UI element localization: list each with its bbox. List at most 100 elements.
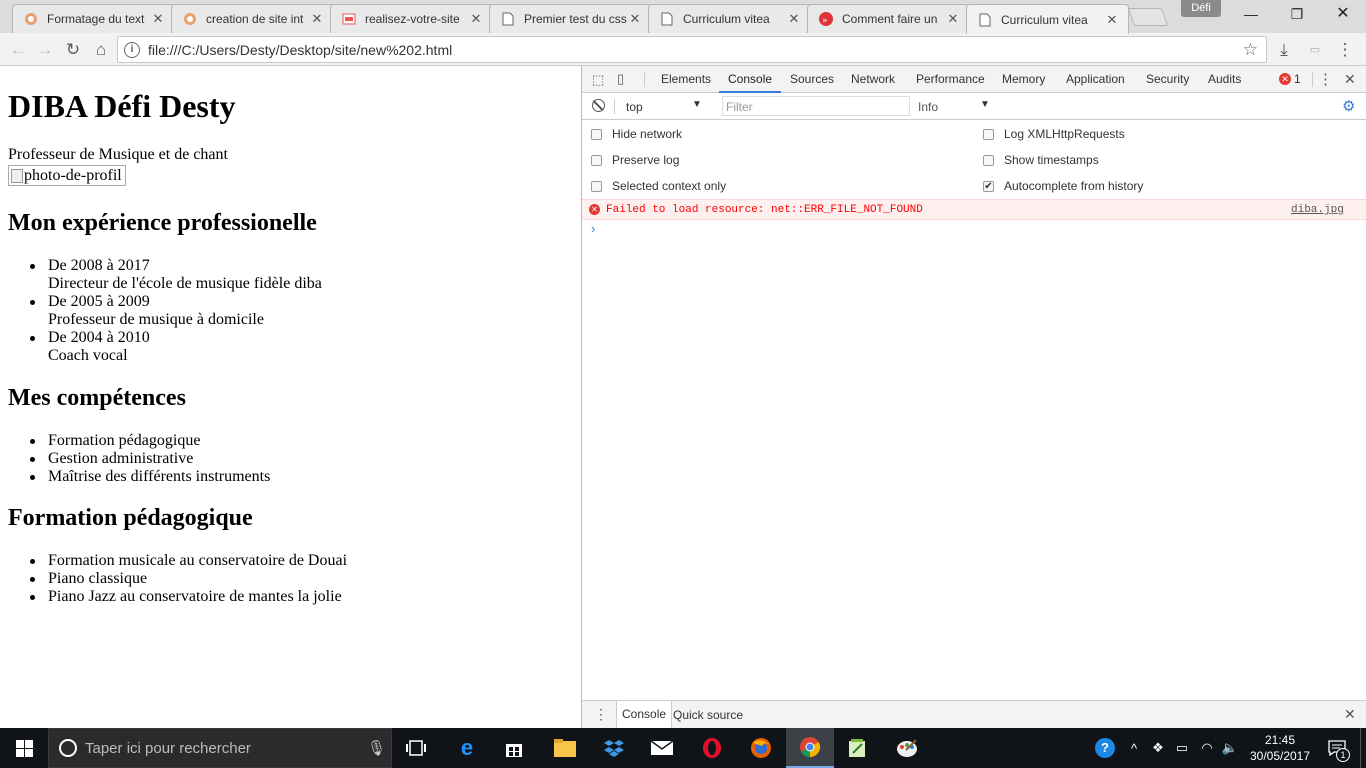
mail-icon[interactable] [638, 728, 686, 768]
filter-input[interactable]: Filter [726, 100, 753, 114]
browser-tab-4[interactable]: Premier test du css ✕ [489, 4, 652, 33]
tab-close-icon[interactable]: ✕ [1104, 12, 1120, 28]
preserve-log-checkbox[interactable]: Preserve log [591, 153, 679, 167]
extension-icon[interactable]: ▭ [1303, 38, 1327, 62]
tab-network[interactable]: Network [851, 66, 895, 93]
maximize-icon[interactable]: ❐ [1274, 0, 1320, 30]
level-select[interactable]: Info [918, 100, 938, 114]
tab-application[interactable]: Application [1066, 66, 1125, 93]
back-arrow-icon[interactable]: ← [6, 38, 30, 62]
dropbox-icon[interactable] [590, 728, 638, 768]
paint-icon[interactable] [883, 728, 931, 768]
context-select[interactable]: top [626, 100, 643, 114]
home-icon[interactable]: ⌂ [89, 38, 113, 62]
selected-context-checkbox[interactable]: Selected context only [591, 179, 726, 193]
browser-tab-3[interactable]: realisez-votre-site ✕ [330, 4, 493, 33]
browser-tab-6[interactable]: » Comment faire un ✕ [807, 4, 970, 33]
volume-icon[interactable]: 🔈 [1219, 728, 1241, 768]
tab-elements[interactable]: Elements [661, 66, 711, 93]
drawer-tab-quick-source[interactable]: Quick source [673, 708, 743, 722]
checkbox-box[interactable] [591, 128, 602, 140]
clock[interactable]: 21:45 30/05/2017 [1250, 728, 1310, 768]
forward-arrow-icon[interactable]: → [33, 38, 57, 62]
device-toolbar-icon[interactable]: ▯ [617, 71, 624, 87]
chevron-down-icon[interactable]: ▼ [980, 99, 990, 110]
tab-performance[interactable]: Performance [916, 66, 985, 93]
tab-close-icon[interactable]: ✕ [627, 11, 643, 27]
tab-close-icon[interactable]: ✕ [150, 11, 166, 27]
notepad-plus-icon[interactable] [834, 728, 882, 768]
show-timestamps-checkbox[interactable]: Show timestamps [983, 153, 1099, 167]
search-placeholder[interactable]: Taper ici pour rechercher [85, 740, 251, 757]
tab-close-icon[interactable]: ✕ [945, 11, 961, 27]
firefox-icon[interactable] [737, 728, 785, 768]
windows-start-icon[interactable] [0, 728, 48, 768]
chevron-down-icon[interactable]: ▼ [692, 99, 702, 110]
filter-input-box[interactable]: Filter [722, 96, 910, 116]
browser-tab-2[interactable]: creation de site int ✕ [171, 4, 334, 33]
file-explorer-icon[interactable] [541, 728, 589, 768]
action-center-icon[interactable]: 1 [1322, 728, 1352, 768]
console-prompt-icon[interactable]: › [591, 221, 595, 236]
drawer-tab-console[interactable]: Console [616, 701, 673, 728]
inspect-element-icon[interactable]: ⬚ [592, 72, 604, 88]
edge-browser-icon[interactable]: e [443, 728, 491, 768]
chrome-icon[interactable] [786, 728, 834, 768]
help-icon[interactable]: ? [1093, 728, 1117, 768]
list-item: De 2005 à 2009 Professeur de musique à d… [30, 293, 264, 329]
tab-sources[interactable]: Sources [790, 66, 834, 93]
error-badge-icon[interactable]: ✕ [1279, 73, 1291, 85]
menu-icon[interactable]: ⋮ [1333, 38, 1357, 62]
checkbox-box[interactable] [983, 128, 994, 140]
microphone-icon[interactable]: 🎙 [367, 739, 386, 757]
tab-audits[interactable]: Audits [1208, 66, 1241, 93]
devtools-menu-icon[interactable]: ⋮ [1318, 70, 1333, 88]
checkbox-box[interactable] [983, 154, 994, 166]
bookmark-star-icon[interactable]: ☆ [1243, 40, 1258, 60]
drawer-close-icon[interactable]: ✕ [1344, 706, 1356, 723]
info-icon[interactable]: i [124, 41, 140, 58]
minimize-icon[interactable]: — [1228, 0, 1274, 30]
settings-gear-icon[interactable]: ⚙ [1342, 97, 1355, 115]
hide-network-checkbox[interactable]: Hide network [591, 127, 682, 141]
browser-tab-1[interactable]: Formatage du text ✕ [12, 4, 175, 33]
list-item: Formation pédagogique [29, 432, 201, 449]
profile-button[interactable]: Défi [1181, 0, 1221, 17]
tab-close-icon[interactable]: ✕ [786, 11, 802, 27]
tab-memory[interactable]: Memory [1002, 66, 1045, 93]
opera-icon[interactable] [688, 728, 736, 768]
browser-tab-7-active[interactable]: Curriculum vitea ✕ [966, 4, 1129, 34]
tab-security[interactable]: Security [1146, 66, 1189, 93]
clear-console-icon[interactable] [592, 99, 605, 112]
taskbar-search-box[interactable]: Taper ici pour rechercher 🎙 [48, 728, 392, 768]
devtools-close-icon[interactable]: ✕ [1344, 71, 1356, 88]
log-xhr-checkbox[interactable]: Log XMLHttpRequests [983, 127, 1125, 141]
wifi-icon[interactable]: ◠ [1197, 728, 1217, 768]
checkbox-box[interactable] [591, 154, 602, 166]
reload-icon[interactable]: ↻ [61, 38, 85, 62]
drawer-menu-icon[interactable]: ⋮ [594, 706, 608, 723]
devtools-drawer: ⋮ Console Quick source ✕ [582, 700, 1366, 728]
dropbox-tray-icon[interactable]: ❖ [1148, 728, 1168, 768]
task-view-icon[interactable] [392, 728, 440, 768]
checkbox-box[interactable] [591, 180, 602, 192]
error-source-link[interactable]: diba.jpg [1291, 204, 1344, 216]
chevron-up-icon[interactable]: ^ [1124, 728, 1144, 768]
download-icon[interactable]: ⤓ [1272, 38, 1296, 62]
tab-close-icon[interactable]: ✕ [309, 11, 325, 27]
show-desktop-button[interactable] [1360, 728, 1366, 768]
red-favicon-icon: » [818, 11, 834, 27]
tab-title: Formatage du text [47, 12, 145, 26]
browser-tab-5[interactable]: Curriculum vitea ✕ [648, 4, 811, 33]
checkbox-box-checked[interactable]: ✔ [983, 180, 994, 192]
error-count[interactable]: 1 [1294, 72, 1301, 86]
new-tab-button[interactable] [1127, 8, 1169, 26]
battery-icon[interactable]: ▭ [1172, 728, 1192, 768]
tab-close-icon[interactable]: ✕ [468, 11, 484, 27]
close-window-icon[interactable]: ✕ [1320, 0, 1366, 30]
cortana-icon[interactable] [59, 739, 77, 757]
store-icon[interactable] [490, 728, 538, 768]
autocomplete-checkbox[interactable]: ✔ Autocomplete from history [983, 179, 1143, 193]
tab-console[interactable]: Console [719, 66, 782, 93]
address-bar[interactable]: i file:///C:/Users/Desty/Desktop/site/ne… [117, 36, 1267, 63]
